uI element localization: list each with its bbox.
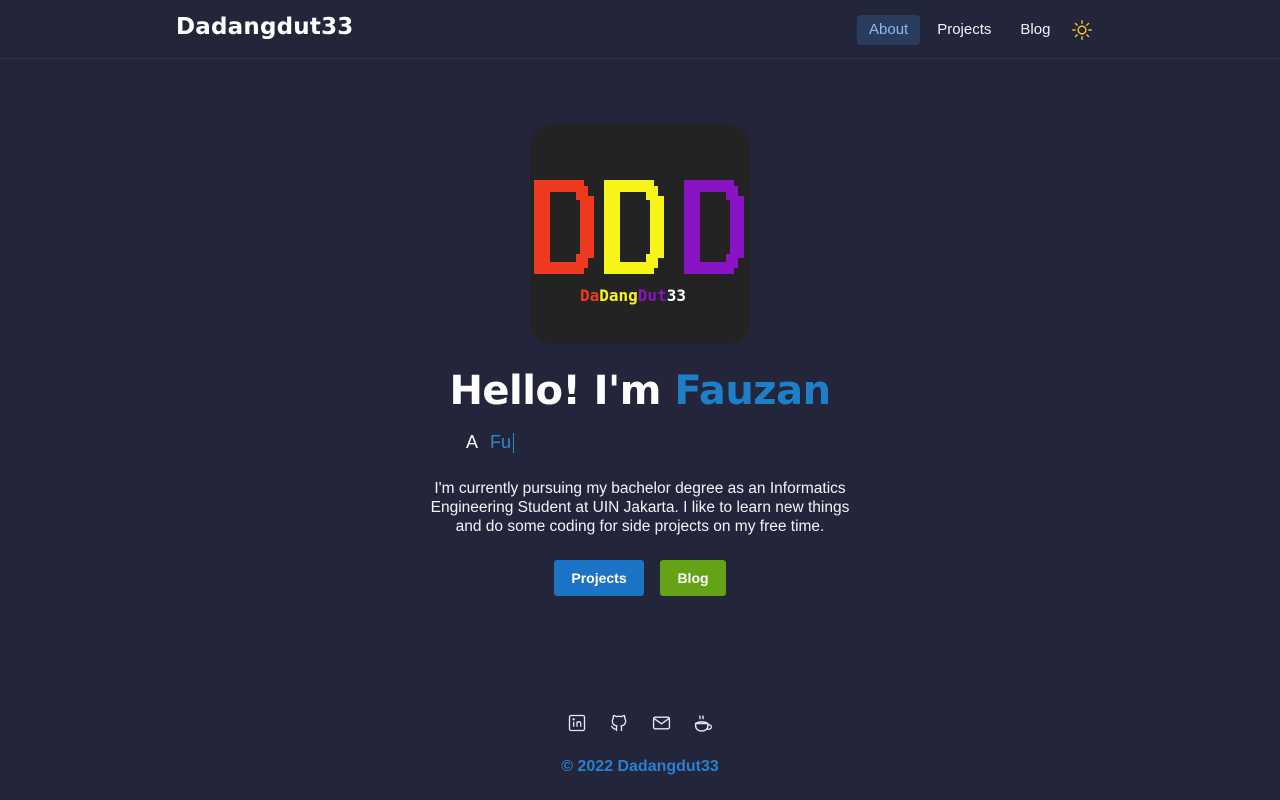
typing-line: A Fu [466, 432, 515, 453]
nav-projects[interactable]: Projects [925, 15, 1003, 45]
sun-icon[interactable] [1071, 19, 1093, 41]
avatar-caption-da: Da [580, 286, 599, 305]
typing-prefix: A [466, 432, 479, 452]
blog-button[interactable]: Blog [660, 560, 726, 596]
avatar-caption-33: 33 [667, 286, 686, 305]
avatar-caption-dang: Dang [599, 286, 638, 305]
avatar: DaDangDut33 [530, 124, 750, 344]
nav-about[interactable]: About [857, 15, 921, 45]
linkedin-icon[interactable] [566, 712, 588, 734]
letter-d-yellow [604, 180, 664, 274]
avatar-caption-dut: Dut [638, 286, 667, 305]
social-links [566, 712, 714, 734]
main-nav: About Projects Blog [857, 15, 1062, 45]
github-icon[interactable] [608, 712, 630, 734]
typing-cursor [513, 432, 515, 453]
site-logo[interactable]: Dadangdut33 [176, 14, 353, 40]
letter-d-purple [684, 180, 744, 274]
bio-text: I'm currently pursuing my bachelor degre… [430, 480, 850, 535]
site-header: Dadangdut33 About Projects Blog [0, 0, 1280, 59]
svg-text:DaDangDut33: DaDangDut33 [580, 286, 686, 305]
nav-blog[interactable]: Blog [1008, 15, 1062, 45]
mail-icon[interactable] [650, 712, 672, 734]
hero-name: Fauzan [674, 368, 831, 414]
coffee-icon[interactable] [692, 712, 714, 734]
projects-button[interactable]: Projects [554, 560, 644, 596]
typing-text: Fu [490, 432, 512, 452]
letter-d-red [534, 180, 594, 274]
hero-greeting: Hello! I'm [449, 368, 675, 414]
hero-heading: Hello! I'm Fauzan [0, 368, 1280, 414]
copyright-text: © 2022 Dadangdut33 [561, 758, 719, 775]
